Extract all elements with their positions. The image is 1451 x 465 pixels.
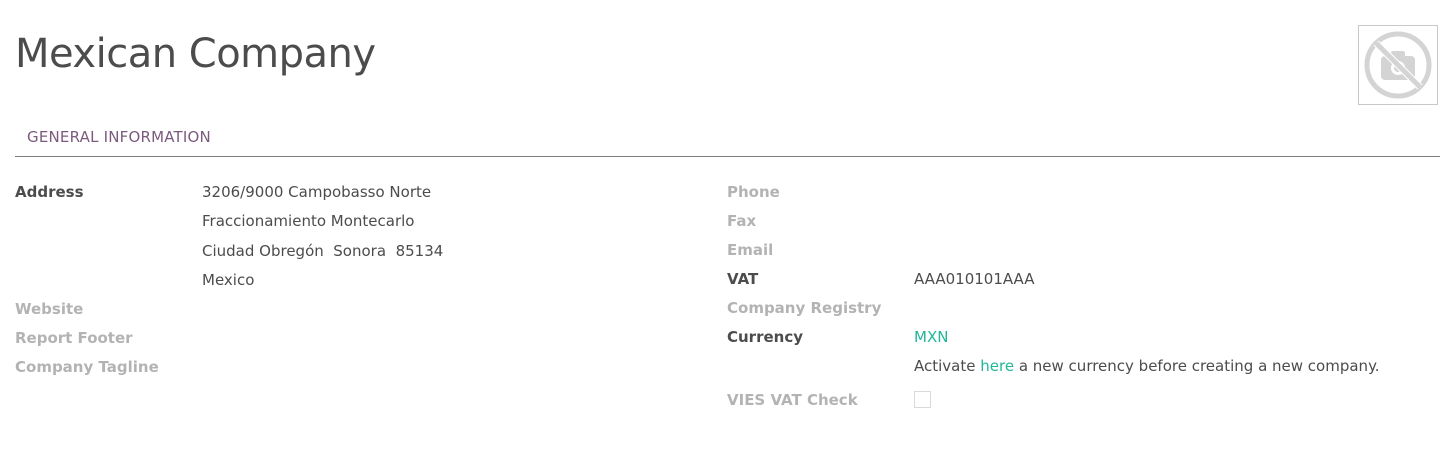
email-label: Email: [727, 241, 774, 259]
vat-field[interactable]: AAA010101AAA: [914, 269, 1035, 289]
address-street[interactable]: 3206/9000 Campobasso Norte: [202, 182, 431, 202]
address-country[interactable]: Mexico: [202, 270, 254, 290]
vies-vat-check-label: VIES VAT Check: [727, 391, 858, 409]
address-street2[interactable]: Fraccionamiento Montecarlo: [202, 211, 414, 231]
company-logo-upload[interactable]: [1358, 25, 1438, 105]
form-tabs: GENERAL INFORMATION: [15, 118, 1440, 157]
vat-label: VAT: [727, 270, 759, 288]
phone-label: Phone: [727, 183, 780, 201]
address-label: Address: [15, 183, 84, 201]
fax-label: Fax: [727, 212, 757, 230]
tab-general-information[interactable]: GENERAL INFORMATION: [15, 118, 223, 156]
no-camera-icon: [1364, 31, 1432, 99]
address-city-state-zip[interactable]: Ciudad Obregón Sonora 85134: [202, 241, 443, 261]
activate-currency-link[interactable]: here: [980, 357, 1014, 375]
currency-hint-suffix: a new currency before creating a new com…: [1014, 357, 1380, 375]
currency-link[interactable]: MXN: [914, 327, 948, 347]
website-label: Website: [15, 300, 84, 318]
company-tagline-label: Company Tagline: [15, 358, 159, 376]
currency-label: Currency: [727, 328, 804, 346]
currency-hint: Activate here a new currency before crea…: [914, 356, 1380, 376]
currency-hint-prefix: Activate: [914, 357, 981, 375]
page-title: Mexican Company: [15, 31, 376, 77]
report-footer-label: Report Footer: [15, 329, 133, 347]
company-registry-label: Company Registry: [727, 299, 882, 317]
vies-vat-check-checkbox[interactable]: [914, 391, 931, 408]
